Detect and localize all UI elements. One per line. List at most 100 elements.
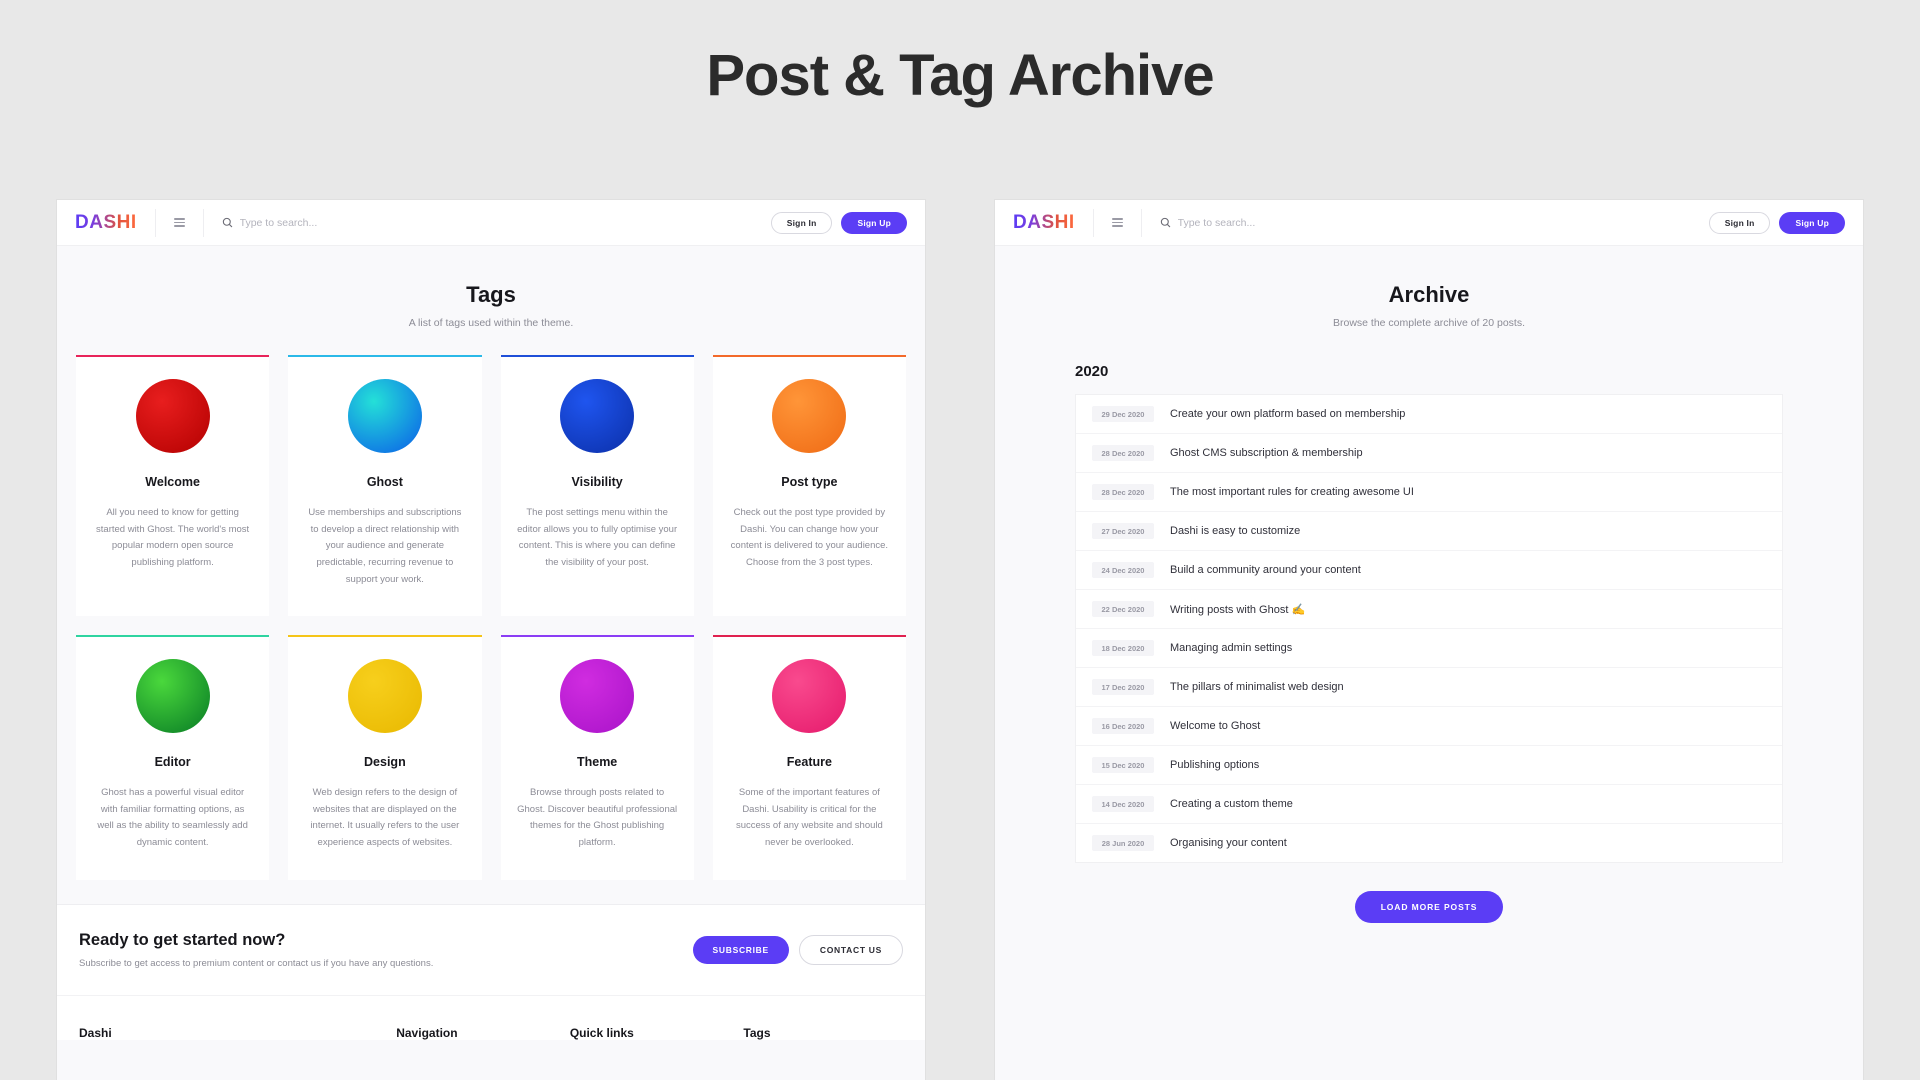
tags-subtitle: A list of tags used within the theme. <box>408 317 574 329</box>
archive-post-title[interactable]: Publishing options <box>1170 759 1259 771</box>
archive-row[interactable]: 28 Dec 2020 The most important rules for … <box>1076 473 1782 512</box>
tag-image <box>772 379 847 453</box>
tag-description: Use memberships and subscriptions to dev… <box>308 507 462 585</box>
archive-date: 24 Dec 2020 <box>1092 562 1154 578</box>
archive-date: 16 Dec 2020 <box>1092 718 1154 734</box>
tag-image <box>135 379 210 453</box>
tag-image <box>347 659 422 734</box>
archive-row[interactable]: 18 Dec 2020 Managing admin settings <box>1076 629 1782 668</box>
search-input[interactable] <box>1177 216 1478 229</box>
subscribe-button[interactable]: SUBSCRIBE <box>692 935 789 964</box>
header-divider-2 <box>1140 208 1142 237</box>
search-icon <box>222 217 232 228</box>
sign-up-button[interactable]: Sign Up <box>1779 211 1845 234</box>
archive-row[interactable]: 16 Dec 2020 Welcome to Ghost <box>1076 707 1782 746</box>
tag-card[interactable]: Post type Check out the post type provide… <box>712 355 906 617</box>
archive-post-title[interactable]: Welcome to Ghost <box>1170 720 1260 732</box>
search-area <box>1160 216 1709 229</box>
archive-subtitle: Browse the complete archive of 20 posts. <box>1332 317 1525 329</box>
search-input[interactable] <box>239 216 540 229</box>
archive-title: Archive <box>1388 282 1470 307</box>
archive-post-title[interactable]: Ghost CMS subscription & membership <box>1170 447 1363 459</box>
archive-row[interactable]: 15 Dec 2020 Publishing options <box>1076 746 1782 785</box>
archive-post-title[interactable]: Create your own platform based on member… <box>1170 408 1405 420</box>
archive-post-title[interactable]: Dashi is easy to customize <box>1170 525 1300 537</box>
archive-post-title[interactable]: The pillars of minimalist web design <box>1170 681 1344 693</box>
archive-date: 15 Dec 2020 <box>1092 757 1154 773</box>
archive-row[interactable]: 28 Dec 2020 Ghost CMS subscription & memb… <box>1076 434 1782 473</box>
header-actions: Sign In Sign Up <box>770 211 907 234</box>
archive-section-head: Archive Browse the complete archive of 2… <box>995 246 1863 355</box>
archive-row[interactable]: 28 Jun 2020 Organising your content <box>1076 824 1782 862</box>
footer-brand: Dashi <box>79 1025 112 1040</box>
sign-in-button[interactable]: Sign In <box>1708 211 1771 234</box>
header-divider-1 <box>154 208 156 237</box>
tag-card[interactable]: Welcome All you need to know for getting … <box>76 355 270 617</box>
tag-image <box>772 659 847 734</box>
archive-post-title[interactable]: Creating a custom theme <box>1170 798 1293 810</box>
archive-date: 28 Dec 2020 <box>1092 445 1154 461</box>
archive-row[interactable]: 29 Dec 2020 Create your own platform base… <box>1076 395 1782 434</box>
tag-name: Editor <box>154 755 191 770</box>
tag-card[interactable]: Theme Browse through posts related to Gho… <box>500 635 694 880</box>
panels-container: DASHI Sign In Sign Up Tags A list of tag… <box>0 200 1920 1080</box>
load-more-posts-button[interactable]: LOAD MORE POSTS <box>1354 891 1504 923</box>
contact-us-button[interactable]: CONTACT US <box>798 934 903 965</box>
archive-row[interactable]: 24 Dec 2020 Build a community around your… <box>1076 551 1782 590</box>
archive-row[interactable]: 22 Dec 2020 Writing posts with Ghost ✍️ <box>1076 590 1782 629</box>
archive-post-title[interactable]: Managing admin settings <box>1170 642 1292 654</box>
archive-date: 22 Dec 2020 <box>1092 601 1154 617</box>
tag-name: Theme <box>576 755 618 770</box>
logo[interactable]: DASHI <box>75 212 137 234</box>
tag-name: Welcome <box>145 475 200 489</box>
cta-banner: Ready to get started now? Subscribe to g… <box>57 903 925 995</box>
header-actions: Sign In Sign Up <box>1708 211 1845 234</box>
archive-row[interactable]: 17 Dec 2020 The pillars of minimalist web… <box>1076 668 1782 707</box>
archive-year: 2020 <box>1075 363 1109 380</box>
cta-subtitle: Subscribe to get access to premium conte… <box>79 957 434 969</box>
footer-col-tags: Tags <box>743 1025 771 1040</box>
archive-row[interactable]: 14 Dec 2020 Creating a custom theme <box>1076 785 1782 824</box>
archive-date: 17 Dec 2020 <box>1092 679 1154 695</box>
footer-col-navigation: Navigation <box>396 1025 458 1040</box>
tags-panel: DASHI Sign In Sign Up Tags A list of tag… <box>57 200 925 1080</box>
tag-card[interactable]: Ghost Use memberships and subscriptions t… <box>288 355 482 617</box>
tag-card[interactable]: Visibility The post settings menu within … <box>500 355 694 617</box>
archive-post-title[interactable]: Organising your content <box>1170 837 1287 849</box>
header-divider-1 <box>1092 208 1094 237</box>
archive-wrap: 2020 29 Dec 2020 Create your own platform… <box>995 363 1863 963</box>
tag-image <box>347 379 422 453</box>
archive-content: Archive Browse the complete archive of 2… <box>995 246 1863 1080</box>
archive-post-title[interactable]: Writing posts with Ghost ✍️ <box>1170 603 1305 616</box>
tag-card[interactable]: Feature Some of the important features of… <box>712 635 906 880</box>
logo[interactable]: DASHI <box>1013 212 1075 234</box>
tag-name: Visibility <box>571 475 623 489</box>
hamburger-icon[interactable] <box>173 218 185 227</box>
load-more-wrap: LOAD MORE POSTS <box>1017 863 1841 963</box>
tag-description: Web design refers to the design of websi… <box>310 787 460 848</box>
archive-date: 14 Dec 2020 <box>1092 796 1154 812</box>
cta-text: Ready to get started now? Subscribe to g… <box>79 931 433 969</box>
tag-name: Post type <box>781 475 838 489</box>
tag-grid: Welcome All you need to know for getting … <box>57 355 925 904</box>
tag-card[interactable]: Design Web design refers to the design of… <box>288 635 482 880</box>
tag-card[interactable]: Editor Ghost has a powerful visual editor… <box>76 635 270 880</box>
archive-panel: DASHI Sign In Sign Up Archive Browse the… <box>995 200 1863 1080</box>
tag-name: Design <box>364 755 406 770</box>
search-area <box>222 216 771 229</box>
archive-date: 28 Jun 2020 <box>1092 835 1154 851</box>
archive-date: 29 Dec 2020 <box>1092 406 1154 422</box>
tags-content: Tags A list of tags used within the them… <box>57 246 925 1080</box>
archive-row[interactable]: 27 Dec 2020 Dashi is easy to customize <box>1076 512 1782 551</box>
cta-title: Ready to get started now? <box>79 930 286 949</box>
archive-post-title[interactable]: Build a community around your content <box>1170 564 1361 576</box>
archive-date: 28 Dec 2020 <box>1092 484 1154 500</box>
tag-description: All you need to know for getting started… <box>96 507 250 568</box>
tag-description: Browse through posts related to Ghost. D… <box>517 787 678 848</box>
tag-description: Ghost has a powerful visual editor with … <box>97 787 248 848</box>
hamburger-icon[interactable] <box>1111 218 1123 227</box>
archive-post-title[interactable]: The most important rules for creating aw… <box>1170 486 1414 498</box>
sign-up-button[interactable]: Sign Up <box>841 211 907 234</box>
sign-in-button[interactable]: Sign In <box>770 211 833 234</box>
tag-image <box>560 379 635 453</box>
